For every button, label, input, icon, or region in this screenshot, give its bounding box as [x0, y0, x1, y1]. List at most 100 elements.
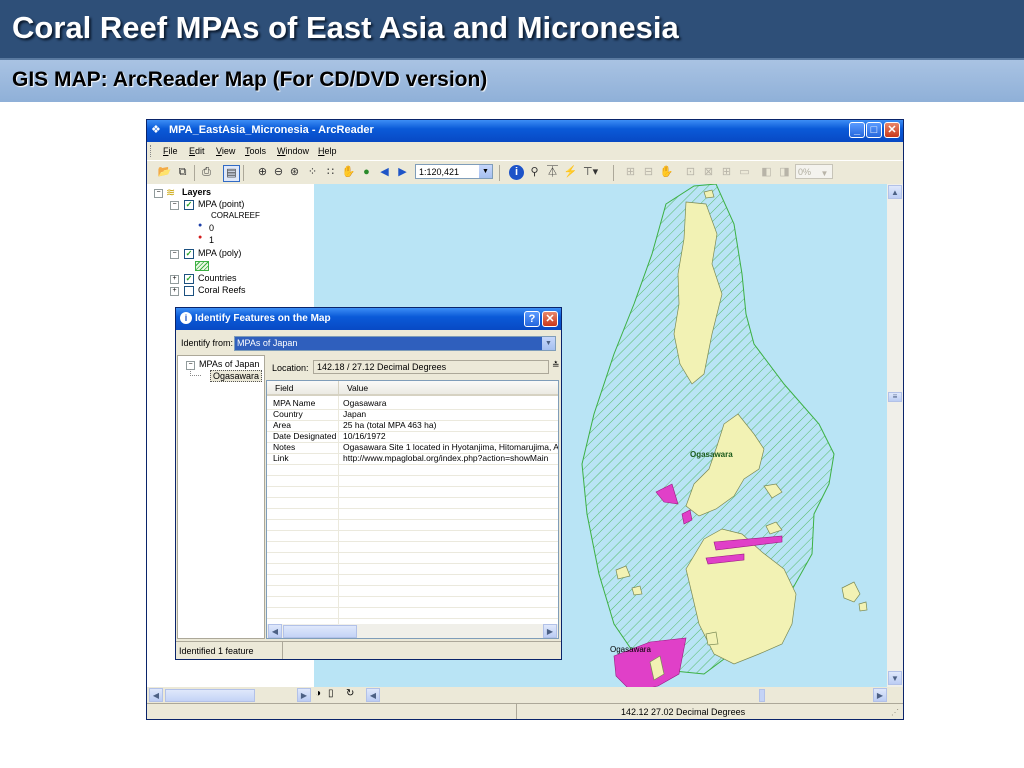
island-east-rock	[841, 581, 861, 603]
copy-icon[interactable]: ⧉	[175, 165, 190, 180]
layout-view-icon[interactable]: ▤	[223, 165, 240, 182]
menu-file[interactable]: File	[163, 146, 178, 156]
page-zoom-out-icon[interactable]: ⊟	[641, 165, 656, 180]
layer-visibility-checkbox[interactable]: ✓	[184, 200, 194, 210]
collapse-icon[interactable]: −	[170, 250, 179, 259]
page-zoom-in-icon[interactable]: ⊞	[623, 165, 638, 180]
print-icon[interactable]: ⎙	[199, 165, 214, 180]
layer-visibility-checkbox[interactable]: ✓	[184, 249, 194, 259]
scroll-up-icon[interactable]: ▲	[888, 185, 902, 199]
fixed-page-zoom-icon[interactable]: ⊞	[719, 165, 734, 180]
page-pan-icon[interactable]: ✋	[659, 165, 674, 180]
globe-app-icon: ❖	[151, 124, 161, 136]
slide-subtitle: GIS MAP: ArcReader Map (For CD/DVD versi…	[12, 68, 488, 91]
column-header-value[interactable]: Value	[339, 381, 558, 396]
chevron-down-icon[interactable]: ▼	[817, 166, 832, 181]
forward-arrow-icon[interactable]: ▶	[395, 165, 410, 180]
refresh-icon[interactable]: ↻	[346, 688, 354, 699]
column-header-field[interactable]: Field	[267, 381, 339, 396]
find-binoculars-icon[interactable]: ⚲	[527, 165, 542, 180]
row-field: Country	[273, 409, 303, 419]
window-title: MPA_EastAsia_Micronesia - ArcReader	[169, 124, 374, 136]
zoom-whole-page-icon[interactable]: ⊡	[683, 165, 698, 180]
zoom-out-icon[interactable]: ⊖	[271, 165, 286, 180]
open-folder-icon[interactable]: 📂	[157, 165, 172, 180]
layer-visibility-checkbox[interactable]	[184, 286, 194, 296]
map-vertical-scrollbar[interactable]: ▲ ≡ ▼	[887, 184, 903, 687]
minimize-button[interactable]: _	[849, 122, 865, 138]
toc-class-1: 1	[209, 235, 215, 245]
tree-node-ogasawara[interactable]: Ogasawara	[210, 370, 263, 382]
status-divider	[516, 704, 517, 719]
fixed-zoom-out-icon[interactable]: ∷	[323, 165, 338, 180]
tree-node-mpas-of-japan[interactable]: MPAs of Japan	[199, 359, 259, 369]
toc-layer-countries[interactable]: Countries	[198, 273, 237, 283]
layer-visibility-checkbox[interactable]: ✓	[184, 274, 194, 284]
toc-layer-mpa-point[interactable]: MPA (point)	[198, 199, 244, 209]
fixed-zoom-in-icon[interactable]: ⁘	[305, 165, 320, 180]
page-width-icon[interactable]: ▭	[737, 165, 752, 180]
row-value-link[interactable]: http://www.mpaglobal.org/index.php?actio…	[343, 453, 558, 464]
window-titlebar[interactable]: ❖ MPA_EastAsia_Micronesia - ArcReader _ …	[147, 120, 903, 142]
identify-info-icon[interactable]: i	[509, 165, 524, 180]
toc-scroll-left-icon[interactable]: ◀	[149, 688, 163, 702]
full-extent-globe-icon[interactable]: ●	[359, 165, 374, 180]
zoom-100-icon[interactable]: ⊠	[701, 165, 716, 180]
measure-icon[interactable]: ⏄	[545, 165, 560, 180]
back-arrow-icon[interactable]: ◀	[377, 165, 392, 180]
hyperlink-bolt-icon[interactable]: ⚡	[563, 165, 578, 180]
dialog-titlebar[interactable]: i Identify Features on the Map ? ✕	[176, 308, 561, 330]
toc-layer-coral-reefs[interactable]: Coral Reefs	[198, 285, 246, 295]
zoom-percent-value: 0%	[798, 167, 812, 177]
toc-scroll-right-icon[interactable]: ▶	[297, 688, 311, 702]
chevron-down-icon[interactable]: ▼	[542, 337, 555, 350]
toolbar: 📂 ⧉ ⎙ ▤ ⊕ ⊖ ⊛ ⁘ ∷ ✋ ● ◀ ▶ 1:120,421 ▼ i …	[147, 160, 903, 186]
identify-from-select[interactable]: MPAs of Japan ▼	[234, 336, 556, 351]
menu-edit[interactable]: Edit	[189, 146, 205, 156]
scroll-thumb[interactable]: ≡	[888, 392, 902, 402]
toc-scroll-thumb[interactable]	[165, 689, 255, 702]
table-scroll-right-icon[interactable]: ▶	[543, 624, 557, 638]
scroll-down-icon[interactable]: ▼	[888, 671, 902, 685]
identify-from-label: Identify from:	[181, 338, 234, 348]
menu-view[interactable]: View	[216, 146, 235, 156]
collapse-icon[interactable]: −	[154, 189, 163, 198]
page-forward-icon[interactable]: ◨	[777, 165, 792, 180]
blue-point-symbol-icon: ●	[198, 222, 203, 229]
page-back-icon[interactable]: ◧	[759, 165, 774, 180]
table-scroll-left-icon[interactable]: ◀	[268, 624, 282, 638]
toc-layers-root[interactable]: Layers	[182, 187, 211, 197]
expand-icon[interactable]: +	[170, 275, 179, 284]
help-button[interactable]: ?	[524, 311, 540, 327]
menu-window[interactable]: Window	[277, 146, 309, 156]
maximize-button[interactable]: □	[866, 122, 882, 138]
row-value: Ogasawara	[343, 398, 387, 408]
zoom-fixed-icon[interactable]: ⊛	[287, 165, 302, 180]
slide-title: Coral Reef MPAs of East Asia and Microne…	[12, 10, 679, 45]
toc-layer-mpa-poly[interactable]: MPA (poly)	[198, 248, 241, 258]
layout-page-icon[interactable]: ▯	[328, 688, 334, 699]
map-scroll-thumb[interactable]	[759, 689, 765, 702]
expand-icon[interactable]: +	[170, 287, 179, 296]
dialog-close-button[interactable]: ✕	[542, 311, 558, 327]
data-view-icon[interactable]: ◑	[315, 688, 321, 699]
map-scroll-right-icon[interactable]: ▶	[873, 688, 887, 702]
graphics-dropdown-icon[interactable]: ⊤▾	[583, 165, 598, 180]
status-bar: 142.12 27.02 Decimal Degrees ⋰	[147, 703, 903, 719]
table-horizontal-scrollbar[interactable]: ◀ ▶	[267, 624, 558, 638]
table-scroll-thumb[interactable]	[283, 625, 357, 638]
chevron-down-icon[interactable]: ▼	[479, 165, 492, 178]
map-label-ogasawara-1: Ogasawara	[690, 450, 733, 459]
pan-hand-icon[interactable]: ✋	[341, 165, 356, 180]
resize-grip-icon[interactable]: ⋰	[891, 708, 899, 717]
map-scale-select[interactable]: 1:120,421 ▼	[415, 164, 493, 179]
identify-from-value: MPAs of Japan	[237, 338, 298, 348]
collapse-icon[interactable]: −	[170, 201, 179, 210]
map-scroll-left-icon[interactable]: ◀	[366, 688, 380, 702]
zoom-in-icon[interactable]: ⊕	[255, 165, 270, 180]
menu-tools[interactable]: Tools	[245, 146, 266, 156]
copy-location-icon[interactable]: ≛	[552, 360, 560, 371]
menu-help[interactable]: Help	[318, 146, 337, 156]
close-button[interactable]: ✕	[884, 122, 900, 138]
location-value: 142.18 / 27.12 Decimal Degrees	[313, 360, 549, 374]
